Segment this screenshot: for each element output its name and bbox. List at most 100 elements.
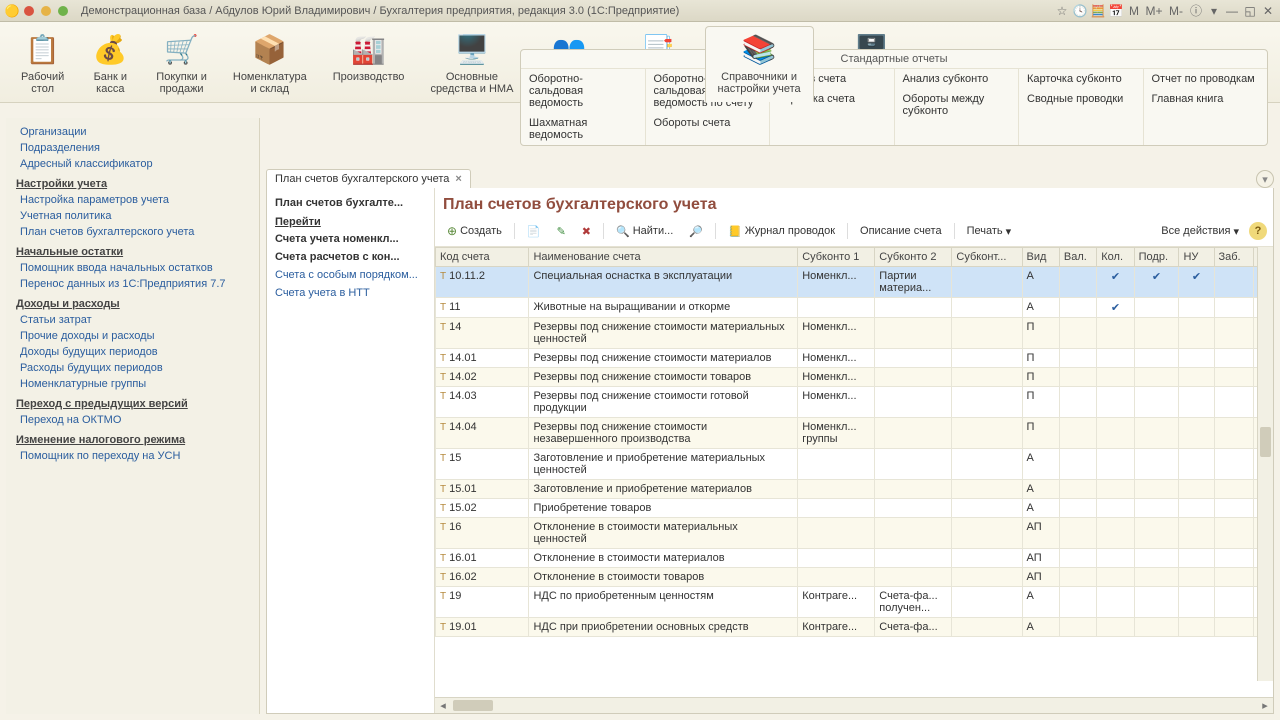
table-row[interactable]: Т16Отклонение в стоимости материальных ц…	[436, 518, 1273, 549]
sidebar-link[interactable]: Учетная политика	[6, 208, 259, 224]
help-icon[interactable]: ?	[1249, 222, 1267, 240]
table-row[interactable]: Т14Резервы под снижение стоимости матери…	[436, 318, 1273, 349]
sidebar-link[interactable]: Расходы будущих периодов	[6, 360, 259, 376]
print-button[interactable]: Печать▾	[961, 223, 1018, 240]
table-row[interactable]: Т15.01Заготовление и приобретение матери…	[436, 480, 1273, 499]
section-button[interactable]: 💰Банк икасса	[77, 26, 143, 102]
subnav-link[interactable]: Счета учета в НТТ	[271, 284, 430, 302]
sidebar-link[interactable]: Настройка параметров учета	[6, 192, 259, 208]
close-icon[interactable]: ✕	[1260, 3, 1276, 19]
sidebar-link[interactable]: Перенос данных из 1С:Предприятия 7.7	[6, 276, 259, 292]
scroll-right-icon[interactable]: ▸	[1257, 698, 1273, 713]
report-link[interactable]: Анализ субконто	[895, 69, 1019, 89]
restore-icon[interactable]: ◱	[1242, 3, 1258, 19]
column-header[interactable]: Код счета	[436, 248, 529, 267]
subnav-link[interactable]: Счета с особым порядком...	[271, 266, 430, 284]
report-link[interactable]: Отчет по проводкам	[1144, 69, 1268, 89]
column-header[interactable]: Субконт...	[952, 248, 1022, 267]
report-link[interactable]: Шахматная ведомость	[521, 113, 645, 145]
drop-icon[interactable]: ▾	[1206, 3, 1222, 19]
sidebar-link[interactable]: План счетов бухгалтерского учета	[6, 224, 259, 240]
max-dot[interactable]	[58, 6, 68, 16]
report-link[interactable]: Карточка субконто	[1019, 69, 1143, 89]
sidebar-link[interactable]: Адресный классификатор	[6, 156, 259, 172]
report-link[interactable]: Сводные проводки	[1019, 89, 1143, 109]
sidebar-link[interactable]: Переход на ОКТМО	[6, 412, 259, 428]
command-bar: ⊕Создать 📄 ✎ ✖ 🔍Найти... 🔎 📒Журнал прово…	[435, 220, 1273, 247]
column-header[interactable]: Вал.	[1059, 248, 1096, 267]
subnav-link[interactable]: План счетов бухгалте...	[271, 194, 430, 212]
mplus-icon[interactable]: M+	[1144, 3, 1164, 19]
column-header[interactable]: НУ	[1179, 248, 1214, 267]
m-icon[interactable]: M	[1126, 3, 1142, 19]
tab-chart-of-accounts[interactable]: План счетов бухгалтерского учета ×	[266, 169, 471, 188]
sidebar-link[interactable]: Прочие доходы и расходы	[6, 328, 259, 344]
column-header[interactable]: Субконто 2	[875, 248, 952, 267]
min-dot[interactable]	[41, 6, 51, 16]
minimize-icon[interactable]: —	[1224, 3, 1240, 19]
sidebar-group: Доходы и расходы	[6, 292, 259, 312]
sidebar-link[interactable]: Организации	[6, 124, 259, 140]
delete-button[interactable]: ✖	[576, 223, 597, 240]
info-icon[interactable]: ⓘ	[1188, 3, 1204, 19]
accounts-table[interactable]: Код счетаНаименование счетаСубконто 1Суб…	[435, 247, 1273, 637]
journal-button[interactable]: 📒Журнал проводок	[722, 223, 841, 240]
sidebar-link[interactable]: Доходы будущих периодов	[6, 344, 259, 360]
section-button[interactable]: 📋Рабочийстол	[8, 26, 77, 102]
table-row[interactable]: Т16.01Отклонение в стоимости материаловА…	[436, 549, 1273, 568]
column-header[interactable]: Кол.	[1097, 248, 1134, 267]
subnav-link[interactable]: Счета расчетов с кон...	[271, 248, 430, 266]
create-button[interactable]: ⊕Создать	[441, 222, 508, 240]
document-tabs: План счетов бухгалтерского учета × ▾	[266, 166, 1274, 188]
edit-button[interactable]: ✎	[551, 223, 572, 240]
table-row[interactable]: Т14.01Резервы под снижение стоимости мат…	[436, 349, 1273, 368]
desc-button[interactable]: Описание счета	[854, 223, 948, 239]
column-header[interactable]: Субконто 1	[798, 248, 875, 267]
sidebar-link[interactable]: Подразделения	[6, 140, 259, 156]
section-button[interactable]: 🛒Покупки ипродажи	[143, 26, 220, 102]
tabs-expand-icon[interactable]: ▾	[1256, 170, 1274, 188]
table-row[interactable]: Т10.11.2Специальная оснастка в эксплуата…	[436, 267, 1273, 298]
column-header[interactable]: Подр.	[1134, 248, 1179, 267]
tab-close-icon[interactable]: ×	[455, 173, 461, 185]
table-row[interactable]: Т11Животные на выращивании и откормеА✔	[436, 298, 1273, 318]
sidebar-link[interactable]: Номенклатурные группы	[6, 376, 259, 392]
table-row[interactable]: Т14.03Резервы под снижение стоимости гот…	[436, 387, 1273, 418]
report-link[interactable]: Обороты счета	[646, 113, 770, 133]
mminus-icon[interactable]: M-	[1166, 3, 1186, 19]
table-row[interactable]: Т15.02Приобретение товаровА	[436, 499, 1273, 518]
column-header[interactable]: Заб.	[1214, 248, 1254, 267]
all-actions-button[interactable]: Все действия▾	[1155, 223, 1245, 240]
sidebar-link[interactable]: Статьи затрат	[6, 312, 259, 328]
table-row[interactable]: Т14.04Резервы под снижение стоимости нез…	[436, 418, 1273, 449]
scroll-left-icon[interactable]: ◂	[435, 698, 451, 713]
section-button[interactable]: 📚Справочники инастройки учета	[705, 26, 814, 102]
sidebar-link[interactable]: Помощник по переходу на УСН	[6, 448, 259, 464]
fav-icon[interactable]: ☆	[1054, 3, 1070, 19]
copy-button[interactable]: 📄	[521, 223, 547, 240]
table-row[interactable]: Т14.02Резервы под снижение стоимости тов…	[436, 368, 1273, 387]
history-icon[interactable]: 🕓	[1072, 3, 1088, 19]
table-row[interactable]: Т19.01НДС при приобретении основных сред…	[436, 618, 1273, 637]
chevron-down-icon: ▾	[1233, 225, 1239, 238]
table-row[interactable]: Т16.02Отклонение в стоимости товаровАП	[436, 568, 1273, 587]
column-header[interactable]: Наименование счета	[529, 248, 798, 267]
subnav-link[interactable]: Счета учета номенкл...	[271, 230, 430, 248]
find-button[interactable]: 🔍Найти...	[610, 223, 679, 240]
vertical-scrollbar[interactable]	[1257, 247, 1273, 681]
window-title: Демонстрационная база / Абдулов Юрий Вла…	[81, 5, 679, 17]
report-link[interactable]: Оборотно-сальдовая ведомость	[521, 69, 645, 113]
calc-icon[interactable]: 🧮	[1090, 3, 1106, 19]
close-dot[interactable]	[24, 6, 34, 16]
table-row[interactable]: Т19НДС по приобретенным ценностямКонтраг…	[436, 587, 1273, 618]
sidebar-link[interactable]: Помощник ввода начальных остатков	[6, 260, 259, 276]
horizontal-scrollbar[interactable]: ◂ ▸	[435, 697, 1273, 713]
report-link[interactable]: Обороты между субконто	[895, 89, 1019, 121]
table-row[interactable]: Т15Заготовление и приобретение материаль…	[436, 449, 1273, 480]
report-link[interactable]: Главная книга	[1144, 89, 1268, 109]
clear-find-button[interactable]: 🔎	[683, 223, 709, 240]
row-icon: Т	[440, 353, 446, 364]
column-header[interactable]: Вид	[1022, 248, 1059, 267]
row-icon: Т	[440, 372, 446, 383]
calendar-icon[interactable]: 📅	[1108, 3, 1124, 19]
